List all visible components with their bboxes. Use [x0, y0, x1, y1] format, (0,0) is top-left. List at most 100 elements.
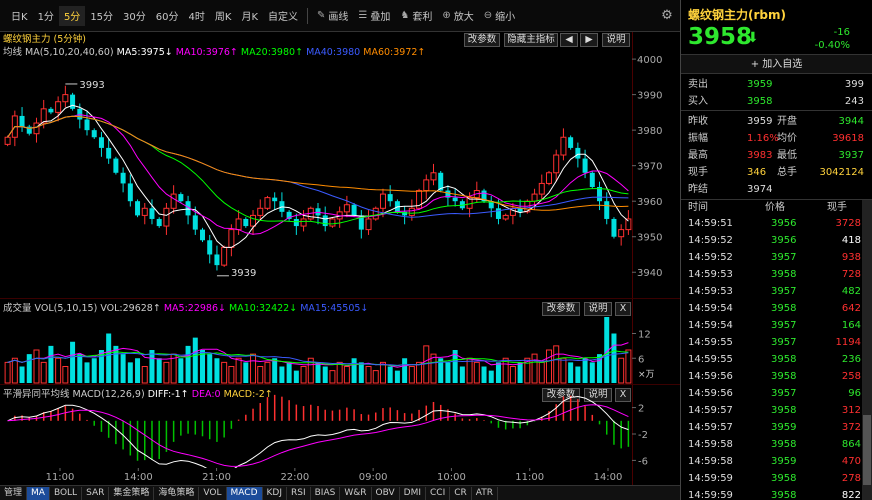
y-tick-label: 4000 — [637, 55, 662, 66]
candle-body — [228, 229, 235, 248]
tick-price: 3956 — [771, 235, 797, 246]
stat-value: 3944 — [838, 116, 864, 127]
period-1min[interactable]: 1分 — [33, 6, 59, 26]
volume-bar — [141, 366, 148, 384]
tick-volume: 864 — [841, 439, 861, 450]
period-custom[interactable]: 自定义 — [263, 6, 303, 26]
candle-body — [33, 122, 40, 135]
tab-kdj[interactable]: KDJ — [263, 486, 287, 500]
high-marker-label: 3993 — [79, 80, 104, 91]
scrollbar-thumb[interactable] — [863, 415, 871, 485]
volume-bar — [200, 350, 206, 383]
tick-volume: 164 — [841, 320, 861, 331]
x-tick-label: 10:00 — [437, 472, 466, 483]
tab-管理[interactable]: 管理 — [0, 486, 28, 500]
period-5min[interactable]: 5分 — [58, 5, 86, 26]
tick-time: 14:59:55 — [688, 337, 733, 348]
stat-value: 3042124 — [819, 167, 864, 178]
gear-icon[interactable]: ⚙ — [659, 8, 675, 24]
tick-volume: 642 — [841, 303, 861, 314]
candle-body — [568, 137, 574, 148]
arbitrage-label: 套利 — [412, 12, 433, 23]
tab-macd[interactable]: MACD — [226, 486, 263, 500]
tick-time: 14:59:55 — [688, 354, 733, 365]
volume-bar — [55, 357, 62, 384]
tick-time: 14:59:52 — [688, 252, 733, 263]
tab-集金策略[interactable]: 集金策略 — [109, 486, 155, 500]
stat-label: 最高 — [688, 150, 708, 161]
tick-time: 14:59:56 — [688, 371, 733, 382]
period-30min[interactable]: 30分 — [118, 6, 151, 26]
low-marker-label: 3939 — [231, 268, 256, 279]
tab-vol[interactable]: VOL — [199, 486, 227, 500]
tab-ma[interactable]: MA — [27, 486, 50, 500]
candle-body — [163, 207, 170, 227]
volume-bar — [315, 362, 321, 383]
tab-cci[interactable]: CCI — [426, 486, 451, 500]
tab-w&r[interactable]: W&R — [340, 486, 372, 500]
candle-body — [553, 154, 560, 174]
macd-chart: 2 -2 -6 — [7, 385, 648, 475]
volume-bar — [163, 361, 170, 384]
period-daily[interactable]: 日K — [6, 6, 33, 26]
overlay-button[interactable]: ☰ 叠加 — [353, 6, 395, 26]
bid-label: 买入 — [688, 96, 708, 107]
stat-row: 昨收 3959 开盘 3944 — [681, 113, 872, 130]
ask-label: 卖出 — [688, 79, 708, 90]
volume-bar — [26, 354, 32, 383]
add-favorite-button[interactable]: + 加入自选 — [681, 54, 872, 74]
tick-volume: 96 — [848, 388, 861, 399]
tab-dmi[interactable]: DMI — [400, 486, 426, 500]
scrollbar[interactable] — [862, 200, 872, 500]
bid-volume: 243 — [844, 96, 864, 107]
period-4h[interactable]: 4时 — [184, 6, 210, 26]
tab-bias[interactable]: BIAS — [311, 486, 341, 500]
y-tick-label: 3970 — [637, 162, 662, 173]
candle-body — [343, 204, 350, 213]
tab-atr[interactable]: ATR — [472, 486, 498, 500]
candle-body — [113, 158, 119, 173]
indicator-tab-bar: 管理 MA BOLL SAR 集金策略 海龟策略 VOL MACD KDJ RSI BIAS W&R O… — [0, 485, 680, 500]
tab-cr[interactable]: CR — [450, 486, 472, 500]
period-60min[interactable]: 60分 — [151, 6, 184, 26]
y-tick-label: 2 — [638, 404, 644, 415]
candle-body — [517, 208, 523, 212]
candle-body — [408, 207, 415, 216]
volume-bar — [509, 366, 516, 384]
tab-海龟策略[interactable]: 海龟策略 — [154, 486, 200, 500]
tab-obv[interactable]: OBV — [372, 486, 400, 500]
arrow-down-icon: ⬇ — [747, 30, 759, 46]
tab-rsi[interactable]: RSI — [287, 486, 311, 500]
tick-time: 14:59:59 — [688, 473, 733, 484]
volume-bar — [372, 370, 379, 384]
volume-bar — [322, 366, 328, 383]
period-15min[interactable]: 15分 — [85, 6, 118, 26]
volume-bar — [156, 358, 162, 383]
zoom-out-button[interactable]: ⊖ 缩小 — [479, 6, 520, 26]
tick-price: 3959 — [771, 456, 797, 467]
tab-boll[interactable]: BOLL — [50, 486, 83, 500]
zoom-in-button[interactable]: ⊕ 放大 — [437, 6, 478, 26]
candle-body — [452, 197, 458, 202]
candle-body — [135, 201, 141, 216]
tick-price: 3957 — [771, 388, 797, 399]
candle-body — [604, 201, 610, 219]
period-weekly[interactable]: 周K — [210, 6, 237, 26]
candle-body — [582, 158, 588, 173]
volume-bar — [293, 370, 299, 383]
tick-row: 14:59:52 3956 418 — [681, 232, 861, 249]
volume-bar — [618, 357, 625, 384]
arbitrage-button[interactable]: ♞ 套利 — [395, 6, 437, 26]
axis-divider — [632, 385, 633, 469]
candle-body — [221, 246, 228, 266]
tick-price: 3958 — [771, 473, 797, 484]
candle-body — [156, 218, 162, 227]
volume-chart: 12 6 ×万 — [4, 299, 655, 385]
period-monthly[interactable]: 月K — [236, 6, 263, 26]
volume-bar — [228, 366, 235, 384]
candle-body — [70, 94, 76, 109]
tick-price: 3957 — [771, 337, 797, 348]
quote-panel: 螺纹钢主力(rbm) 3958 ⬇ -16 -0.40% + 加入自选 卖出 3… — [680, 0, 872, 500]
draw-line-button[interactable]: ✎ 画线 — [312, 6, 353, 26]
tab-sar[interactable]: SAR — [82, 486, 110, 500]
